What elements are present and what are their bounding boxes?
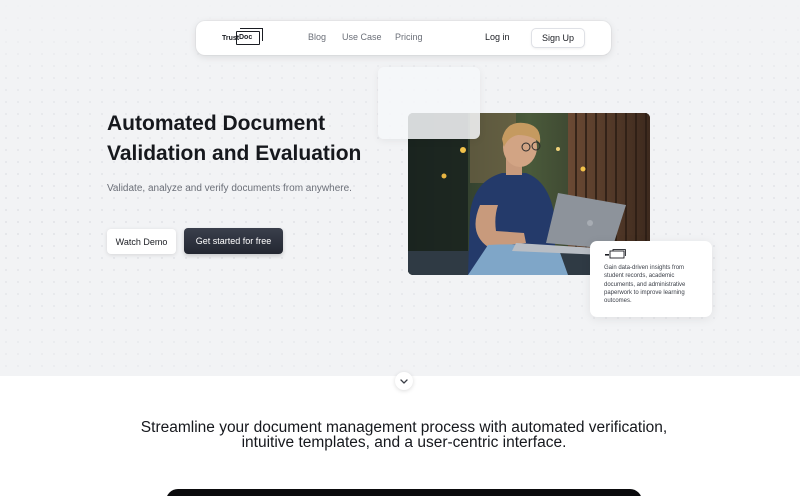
signup-button[interactable]: Sign Up	[531, 28, 585, 48]
insight-card: Gain data-driven insights from student r…	[590, 241, 712, 317]
chevron-down-icon	[400, 379, 408, 384]
watch-demo-button[interactable]: Watch Demo	[107, 229, 176, 254]
nav-link-pricing[interactable]: Pricing	[395, 32, 423, 42]
headline-line-2: Validation and Evaluation	[107, 142, 362, 165]
trustdoc-logo[interactable]: Trust Doc	[222, 28, 263, 48]
tagline-line-2: intuitive templates, and a user-centric …	[241, 434, 567, 451]
headline-line-1: Automated Document	[107, 112, 326, 135]
get-started-button[interactable]: Get started for free	[184, 228, 283, 254]
scroll-down-button[interactable]	[395, 372, 413, 390]
section-tagline: Streamline your document management proc…	[120, 419, 688, 451]
card-logo-icon	[605, 249, 626, 259]
insight-card-text: Gain data-driven insights from student r…	[604, 265, 686, 305]
hero-headline: Automated Document Validation and Evalua…	[107, 109, 397, 169]
logo-text-doc: Doc	[236, 28, 263, 45]
login-link[interactable]: Log in	[485, 32, 510, 42]
navbar: Trust Doc Blog Use Case Pricing Log in S…	[196, 21, 611, 55]
nav-link-blog[interactable]: Blog	[308, 32, 326, 42]
dark-feature-panel	[166, 489, 642, 496]
nav-link-use-case[interactable]: Use Case	[342, 32, 382, 42]
tagline-line-1: Streamline your document management proc…	[140, 419, 668, 436]
hero-subheading: Validate, analyze and verify documents f…	[107, 183, 352, 194]
decorative-glass-card	[378, 67, 480, 139]
